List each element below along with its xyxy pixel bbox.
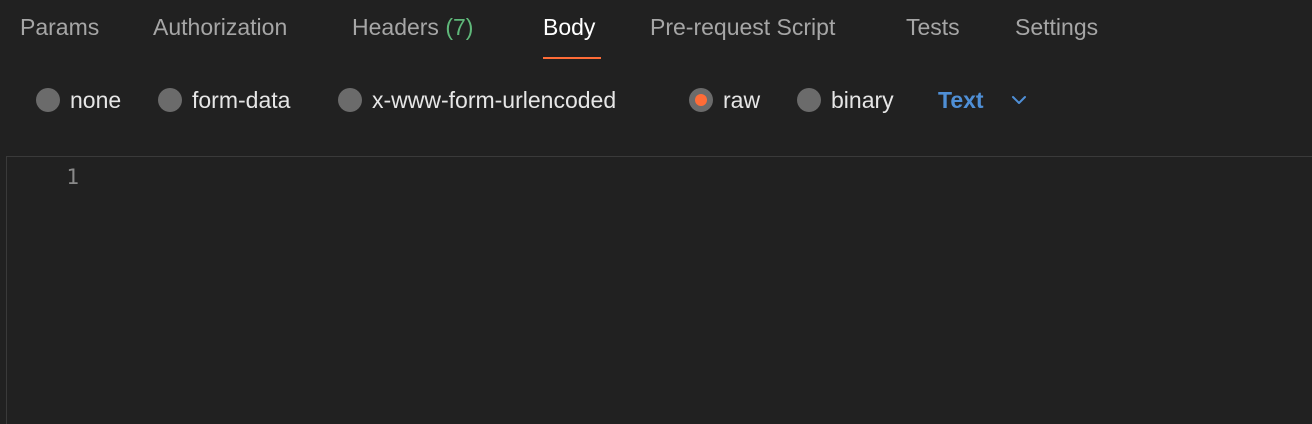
tab-body[interactable]: Body [543,12,595,60]
request-body-panel: Params Authorization Headers (7) Body Pr… [0,0,1312,424]
active-tab-indicator [543,57,601,59]
tab-pre-request-script[interactable]: Pre-request Script [650,12,835,60]
code-input-area[interactable] [97,165,1312,424]
radio-raw[interactable]: raw [689,80,760,120]
radio-circle[interactable] [36,88,60,112]
tab-label: Settings [1015,14,1099,40]
tab-params[interactable]: Params [20,12,99,60]
radio-x-www-form-urlencoded[interactable]: x-www-form-urlencoded [338,80,616,120]
radio-label: x-www-form-urlencoded [372,86,617,113]
tab-label: Headers [352,14,439,40]
radio-form-data[interactable]: form-data [158,80,290,120]
radio-label: raw [723,86,761,113]
tab-label: Params [20,14,100,40]
tab-label: Pre-request Script [650,14,836,40]
tab-label: Authorization [153,14,288,40]
line-number: 1 [66,165,79,189]
radio-binary[interactable]: binary [797,80,894,120]
tab-headers[interactable]: Headers (7) [352,12,473,60]
request-tabs: Params Authorization Headers (7) Body Pr… [0,0,1312,60]
raw-language-label: Text [938,86,984,113]
headers-count-badge: (7) [445,14,474,40]
tab-tests[interactable]: Tests [906,12,960,60]
body-code-editor[interactable]: 1 [6,156,1312,424]
tab-authorization[interactable]: Authorization [153,12,287,60]
radio-label: none [70,86,122,113]
body-type-selector: none form-data x-www-form-urlencoded raw… [0,80,1312,120]
tab-settings[interactable]: Settings [1015,12,1098,60]
radio-label: form-data [192,86,291,113]
radio-circle[interactable] [797,88,821,112]
radio-circle[interactable] [338,88,362,112]
radio-circle[interactable] [158,88,182,112]
raw-language-dropdown[interactable]: Text [938,80,1028,120]
tab-label: Body [543,14,596,40]
radio-label: binary [831,86,894,113]
radio-none[interactable]: none [36,80,121,120]
chevron-down-icon [1010,91,1028,109]
tab-label: Tests [906,14,960,40]
radio-circle-checked[interactable] [689,88,713,112]
